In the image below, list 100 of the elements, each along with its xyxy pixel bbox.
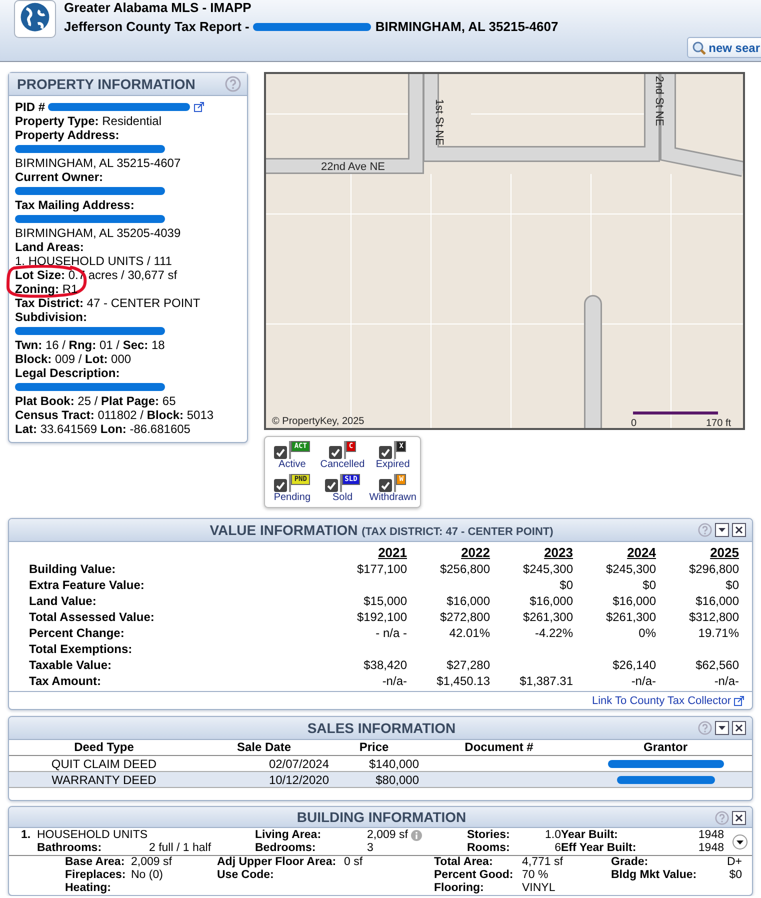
field-label: Base Area: bbox=[65, 856, 126, 869]
table-cell-text: 02/07/2024 bbox=[268, 756, 329, 770]
table-cell: $272,800 bbox=[407, 609, 490, 625]
column-header: 2021 bbox=[377, 544, 407, 561]
table-cell: $296,800 bbox=[656, 561, 739, 577]
field-value: 3 bbox=[367, 842, 374, 855]
table-cell-text: -n/a- bbox=[713, 673, 739, 689]
checkbox[interactable] bbox=[379, 446, 392, 459]
table-cell-text: $177,100 bbox=[356, 561, 407, 577]
row-label: Tax Amount: bbox=[29, 673, 102, 689]
field-text: Block: 009 / Lot: 000 bbox=[15, 352, 132, 366]
table-cell: $0 bbox=[656, 577, 739, 593]
field-label: Percent Good: bbox=[434, 869, 514, 882]
column-header: Sale Date bbox=[236, 740, 292, 755]
row-label: Taxable Value: bbox=[29, 657, 112, 673]
table-cell: -4.22% bbox=[490, 625, 573, 641]
panel-title: VALUE INFORMATION (TAX DISTRICT: 47 - CENTER POINT) bbox=[210, 522, 554, 538]
table-cell: 0% bbox=[573, 625, 656, 641]
external-link-icon[interactable] bbox=[734, 696, 744, 706]
field-value: 1948 bbox=[697, 842, 724, 855]
table-cell-text: $0 bbox=[558, 577, 573, 593]
checkbox[interactable] bbox=[274, 446, 288, 459]
legend-label: Cancelled bbox=[320, 459, 365, 470]
column-header: Price bbox=[358, 740, 390, 755]
table-cell-text: $1,450.13 bbox=[436, 673, 490, 689]
legend-label: Expired bbox=[376, 459, 410, 470]
close-icon[interactable] bbox=[732, 721, 746, 735]
table-cell-text: -n/a- bbox=[630, 673, 656, 689]
legend-label: Sold bbox=[332, 492, 352, 503]
table-cell-text: - n/a - bbox=[374, 625, 407, 641]
table-cell: $16,000 bbox=[573, 593, 656, 609]
field-text: Tax District: 47 - CENTER POINT bbox=[15, 296, 200, 310]
column-header: Deed Type bbox=[73, 740, 135, 755]
field-label: Heating: bbox=[65, 882, 112, 895]
field-value: 1948 bbox=[697, 829, 724, 842]
checkbox[interactable] bbox=[379, 479, 392, 492]
table-cell-text: 42.01% bbox=[448, 625, 490, 641]
field-value: 0 sf bbox=[344, 856, 364, 869]
table-cell-text: $1,387.31 bbox=[518, 673, 573, 689]
field-text: Twn: 16 / Rng: 01 / Sec: 18 bbox=[15, 338, 165, 352]
table-cell-text: $15,000 bbox=[362, 593, 407, 609]
external-link-icon[interactable] bbox=[194, 102, 204, 112]
expand-icon[interactable] bbox=[732, 834, 748, 850]
field-value: 6 bbox=[554, 842, 561, 855]
unit-name: HOUSEHOLD UNITS bbox=[37, 829, 149, 842]
table-cell-text: $192,100 bbox=[356, 609, 407, 625]
legend-label: Withdrawn bbox=[369, 492, 416, 503]
field-value: D+ bbox=[726, 856, 742, 869]
collapse-icon[interactable] bbox=[715, 523, 729, 537]
close-icon[interactable] bbox=[732, 523, 746, 537]
globe-logo-icon bbox=[14, 0, 56, 38]
field-label: Living Area: bbox=[255, 829, 322, 842]
table-cell-text: 10/12/2020 bbox=[268, 772, 329, 786]
field-value: $0 bbox=[728, 869, 742, 882]
table-cell: $261,300 bbox=[573, 609, 656, 625]
field-value: 1.0 bbox=[544, 829, 561, 842]
field-text: Plat Book: 25 / Plat Page: 65 bbox=[15, 394, 176, 408]
table-cell-text: QUIT CLAIM DEED bbox=[50, 756, 158, 770]
field-label: PID # bbox=[15, 100, 46, 114]
table-cell: $16,000 bbox=[407, 593, 490, 609]
field-label: Land Areas: bbox=[15, 240, 85, 254]
table-cell-text: $38,420 bbox=[362, 657, 407, 673]
field-label: Bedrooms: bbox=[255, 842, 317, 855]
search-icon bbox=[692, 40, 706, 54]
checkbox[interactable] bbox=[324, 479, 338, 492]
row-label: Total Assessed Value: bbox=[29, 609, 156, 625]
field-text: Census Tract: 011802 / Block: 5013 bbox=[15, 408, 214, 422]
field-label: Subdivision: bbox=[15, 310, 88, 324]
checkbox[interactable] bbox=[328, 446, 342, 459]
close-icon[interactable] bbox=[732, 811, 746, 825]
report-title: Jefferson County Tax Report - bbox=[64, 19, 250, 34]
field-value: 2,009 sf bbox=[367, 829, 467, 842]
field-label: Bathrooms: bbox=[37, 842, 103, 855]
field-label: Total Area: bbox=[434, 856, 494, 869]
collapse-icon[interactable] bbox=[715, 721, 729, 735]
table-cell-text: -n/a- bbox=[381, 673, 407, 689]
tax-collector-link[interactable]: Link To County Tax Collector bbox=[592, 694, 731, 706]
legend-label: Pending bbox=[274, 492, 311, 503]
field-text: Zoning: R1 bbox=[15, 282, 78, 296]
panel-title: PROPERTY INFORMATION bbox=[17, 76, 196, 92]
app-title: Greater Alabama MLS - IMAPP bbox=[64, 0, 252, 15]
row-label: Land Value: bbox=[29, 593, 98, 609]
checkbox[interactable] bbox=[274, 479, 288, 492]
table-cell: $312,800 bbox=[656, 609, 739, 625]
field-text: 1. HOUSEHOLD UNITS / 111 bbox=[15, 254, 172, 268]
field-value: 70 % bbox=[522, 869, 550, 882]
table-cell-text: WARRANTY DEED bbox=[50, 772, 158, 786]
new-search-button[interactable]: new sear bbox=[686, 37, 761, 58]
field-text: BIRMINGHAM, AL 35215-4607 bbox=[15, 156, 181, 170]
table-cell-text: $80,000 bbox=[374, 772, 419, 786]
map-drawing: 22nd Ave NE 1st St NE 2nd St NE © PropertyKey, 2025 0 170 ft bbox=[264, 72, 745, 430]
panel-title: SALES INFORMATION bbox=[307, 720, 456, 736]
field-value: 2 full / 1 half bbox=[149, 842, 212, 855]
field-text: Lat: 33.641569 Lon: -86.681605 bbox=[15, 422, 190, 436]
field-text: BIRMINGHAM, AL 35205-4039 bbox=[15, 226, 181, 240]
table-cell: $261,300 bbox=[490, 609, 573, 625]
field-label: Property Address: bbox=[15, 128, 120, 142]
field-label: Use Code: bbox=[217, 869, 275, 882]
column-header: Document # bbox=[464, 740, 534, 755]
field-label: Stories: bbox=[467, 829, 511, 842]
